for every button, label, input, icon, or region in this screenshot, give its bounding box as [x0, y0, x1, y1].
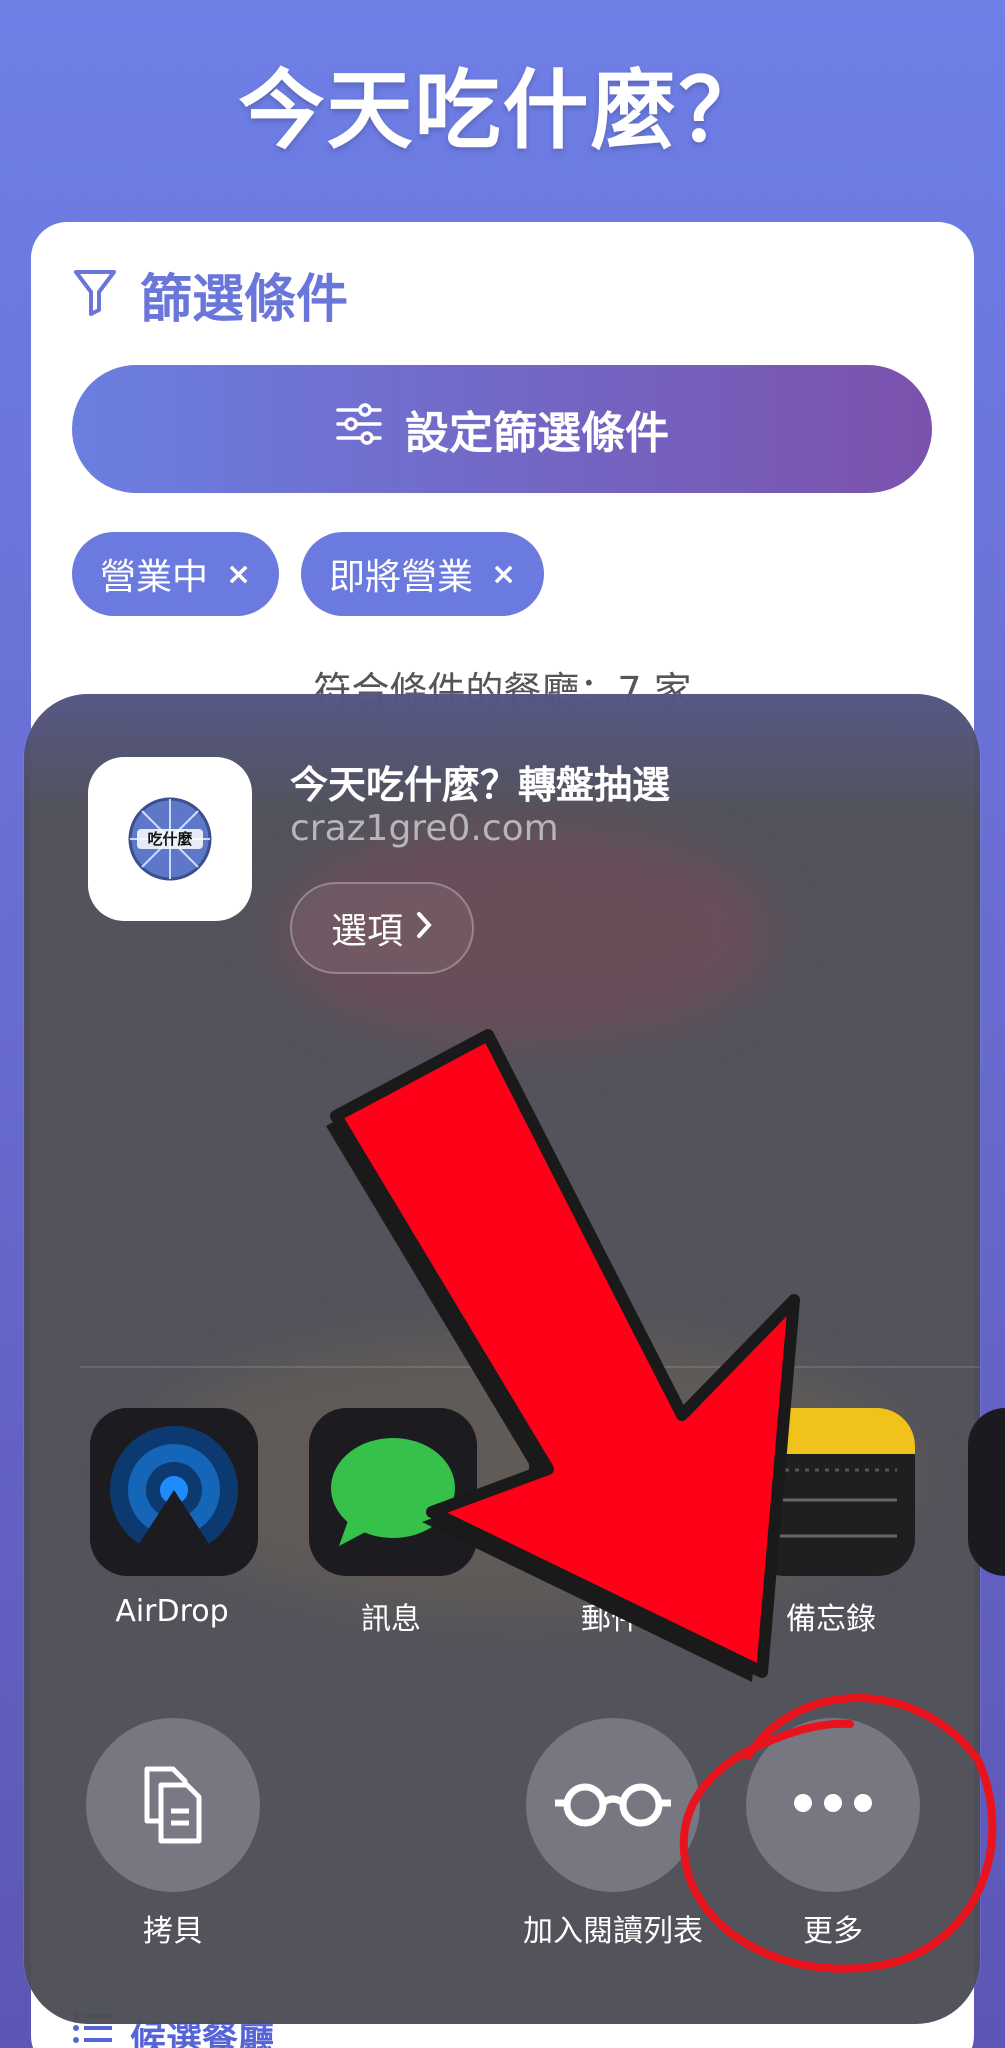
app-icon: 吃什麼 [88, 757, 252, 921]
filter-chip-opening-soon[interactable]: 即將營業 × [301, 532, 545, 616]
app-icon-text: 吃什麼 [147, 830, 192, 848]
share-messages[interactable] [309, 1408, 477, 1576]
airdrop-icon [90, 1408, 258, 1576]
sliders-icon [335, 402, 383, 457]
share-mail[interactable] [529, 1408, 697, 1576]
filter-icon [72, 266, 118, 322]
glasses-icon [553, 1775, 673, 1835]
copy-icon [133, 1757, 213, 1853]
filter-header-label: 篩選條件 [140, 269, 349, 330]
chip-label: 營業中 [100, 557, 209, 598]
reading-list-action[interactable] [526, 1718, 700, 1892]
share-mail-label: 郵件 [581, 1602, 641, 1637]
copy-action[interactable] [86, 1718, 260, 1892]
divider [80, 1366, 980, 1368]
reading-list-label: 加入閱讀列表 [523, 1914, 703, 1949]
share-more-app-partial[interactable] [968, 1408, 1005, 1576]
shared-url: craz1gre0.com [290, 808, 559, 849]
options-button[interactable]: 選項 [290, 882, 474, 974]
copy-label: 拷貝 [143, 1914, 203, 1949]
notes-icon [747, 1408, 915, 1576]
more-label: 更多 [803, 1914, 863, 1949]
more-action[interactable] [746, 1718, 920, 1892]
set-filter-button[interactable]: 設定篩選條件 [72, 365, 932, 493]
share-notes-label: 備忘錄 [786, 1602, 876, 1637]
set-filter-label: 設定篩選條件 [405, 408, 669, 459]
share-airdrop[interactable] [90, 1408, 258, 1576]
filter-header: 篩選條件 [72, 262, 348, 330]
chip-remove-icon[interactable]: × [226, 557, 251, 592]
chip-remove-icon[interactable]: × [491, 557, 516, 592]
share-messages-label: 訊息 [361, 1602, 421, 1637]
options-label: 選項 [330, 911, 403, 952]
chip-label: 即將營業 [329, 557, 474, 598]
share-airdrop-label: AirDrop [115, 1594, 229, 1629]
shared-app-title: 今天吃什麼？轉盤抽選 [290, 763, 671, 807]
messages-icon [309, 1408, 477, 1576]
filter-chip-open[interactable]: 營業中 × [72, 532, 280, 616]
more-icon [793, 1793, 873, 1817]
share-notes[interactable] [747, 1408, 915, 1576]
chevron-right-icon [415, 908, 433, 949]
page-title: 今天吃什麼？ [238, 61, 767, 161]
mail-icon [529, 1408, 697, 1576]
